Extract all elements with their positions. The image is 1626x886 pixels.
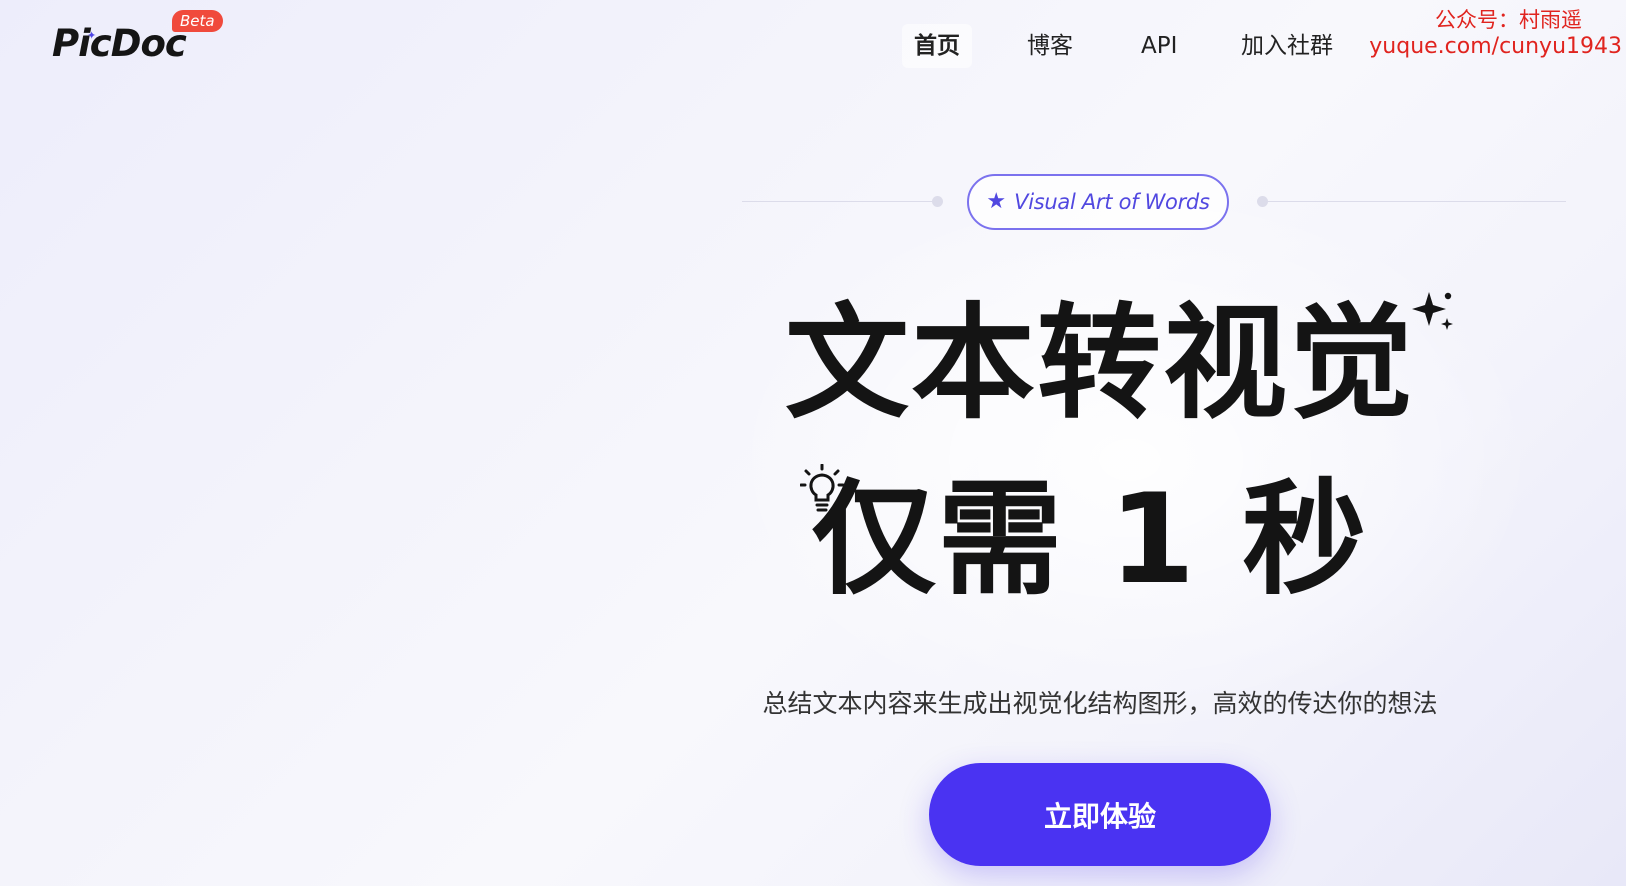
tagline-pill: ★ Visual Art of Words bbox=[967, 174, 1229, 230]
star-icon: ★ bbox=[986, 189, 1007, 214]
logo-spark-icon: ✦ bbox=[87, 29, 97, 42]
sparkle-icon bbox=[1412, 292, 1453, 330]
picdoc-logo[interactable]: PicDoc ✦ Beta bbox=[52, 10, 232, 70]
watermark-line2: yuque.com/cunyu1943 bbox=[1369, 34, 1622, 59]
tagline-text: Visual Art of Words bbox=[1014, 190, 1210, 214]
pill-left-dot bbox=[932, 196, 943, 207]
headline-line1: 文本转视觉 bbox=[784, 292, 1415, 436]
nav-item-join-community[interactable]: 加入社群 bbox=[1241, 24, 1333, 68]
nav-item-home[interactable]: 首页 bbox=[902, 24, 972, 68]
hero-subtitle: 总结文本内容来生成出视觉化结构图形，高效的传达你的想法 bbox=[762, 689, 1438, 718]
nav-item-api[interactable]: API bbox=[1141, 24, 1177, 68]
logo-text: PicDoc bbox=[52, 22, 187, 65]
pill-right-line bbox=[1266, 201, 1566, 202]
pill-left-line bbox=[742, 201, 937, 202]
nav-item-blog[interactable]: 博客 bbox=[1027, 24, 1073, 68]
hero-glow bbox=[720, 180, 1540, 740]
headline-line2: 仅需 1 秒 bbox=[811, 468, 1369, 612]
try-now-button[interactable]: 立即体验 bbox=[929, 763, 1271, 866]
watermark-line1: 公众号：村雨遥 bbox=[1435, 8, 1582, 32]
beta-badge: Beta bbox=[172, 10, 223, 32]
